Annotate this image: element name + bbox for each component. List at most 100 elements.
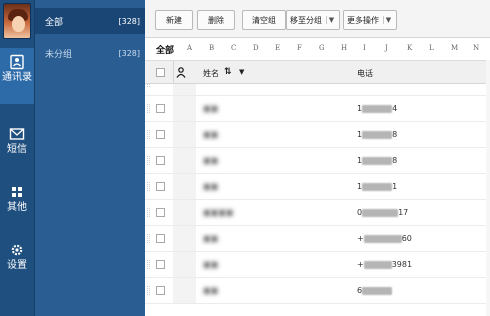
table-row[interactable]: ■■ 6	[145, 278, 490, 304]
avatar-cell	[173, 252, 196, 277]
move-to-group-label: 移至分组	[290, 15, 322, 25]
table-row[interactable]: ■■■■ 0 17	[145, 200, 490, 226]
avatar-cell	[173, 226, 196, 251]
row-checkbox[interactable]	[156, 104, 165, 113]
table-row[interactable]: ·	[145, 84, 490, 96]
alpha-letter[interactable]: I	[363, 44, 366, 52]
drag-handle[interactable]	[147, 208, 150, 217]
alpha-letter[interactable]: M	[451, 44, 458, 52]
group-count: [328]	[118, 48, 140, 58]
drag-handle[interactable]	[147, 84, 150, 87]
phone-prefix: +	[357, 234, 364, 243]
row-checkbox[interactable]	[156, 208, 165, 217]
row-checkbox[interactable]	[156, 286, 165, 295]
row-checkbox[interactable]	[156, 156, 165, 165]
clear-group-button[interactable]: 清空组	[242, 10, 286, 30]
redacted-digits	[362, 286, 393, 295]
alpha-letter[interactable]: F	[297, 44, 302, 52]
rail-item-other[interactable]: 其他	[0, 178, 34, 234]
contact-phone: +3981	[357, 260, 412, 269]
redacted-digits	[362, 156, 393, 165]
phone-suffix: 3981	[391, 260, 413, 269]
avatar-cell	[173, 174, 196, 199]
contact-phone: 18	[357, 156, 397, 165]
group-item-all[interactable]: 全部 [328]	[35, 8, 146, 34]
grid-icon	[12, 187, 22, 197]
alpha-letter[interactable]: G	[319, 44, 325, 52]
phone-prefix: +	[357, 260, 364, 269]
table-header: 姓名 ⇅ ▼ 电话	[145, 60, 490, 84]
alpha-letter[interactable]: H	[341, 44, 347, 52]
group-label: 未分组	[45, 49, 73, 60]
scrollbar[interactable]	[486, 60, 490, 316]
redacted-digits	[363, 234, 402, 243]
drag-handle[interactable]	[147, 234, 150, 243]
rail-label-other: 其他	[7, 202, 27, 213]
alpha-letter[interactable]: A	[187, 44, 192, 52]
rail-item-messages[interactable]: 短信	[0, 120, 34, 176]
contact-name: ■■	[203, 156, 219, 165]
sort-az-icon[interactable]: ⇅	[224, 67, 232, 77]
drag-handle[interactable]	[147, 182, 150, 191]
clear-group-label: 清空组	[252, 15, 276, 25]
rail-item-contacts[interactable]: 通讯录	[0, 48, 34, 104]
table-row[interactable]: ■■ 18	[145, 122, 490, 148]
delete-button[interactable]: 删除	[197, 10, 235, 30]
avatar-cell	[173, 96, 196, 121]
avatar-cell	[173, 148, 196, 173]
new-button[interactable]: 新建	[155, 10, 193, 30]
row-checkbox[interactable]	[156, 182, 165, 191]
drag-handle[interactable]	[147, 156, 150, 165]
more-actions-label: 更多操作	[347, 15, 379, 25]
redacted-digits	[362, 182, 393, 191]
phone-suffix: 8	[392, 156, 398, 165]
more-actions-button[interactable]: 更多操作 ▼	[343, 10, 397, 30]
select-all-checkbox[interactable]	[156, 68, 165, 77]
table-row[interactable]: ■■ +60	[145, 226, 490, 252]
alpha-all-filter[interactable]: 全部	[156, 43, 174, 56]
table-row[interactable]: ■■ +3981	[145, 252, 490, 278]
drag-handle[interactable]	[147, 130, 150, 139]
drag-handle[interactable]	[147, 260, 150, 269]
table-row[interactable]: ■■ 11	[145, 174, 490, 200]
user-avatar[interactable]	[3, 3, 31, 39]
chevron-down-icon[interactable]: ▼	[239, 68, 244, 76]
name-column-header[interactable]: 姓名	[203, 68, 219, 79]
alpha-letter[interactable]: C	[231, 44, 236, 52]
group-count: [328]	[118, 16, 140, 26]
contact-name: ■■	[203, 130, 219, 139]
table-row[interactable]: ■■ 18	[145, 148, 490, 174]
drag-handle[interactable]	[147, 286, 150, 295]
row-checkbox[interactable]	[156, 130, 165, 139]
rail-item-settings[interactable]: 设置	[0, 236, 34, 292]
alpha-letter[interactable]: K	[407, 44, 412, 52]
avatar-cell	[173, 84, 196, 95]
contact-phone: 11	[357, 182, 397, 191]
contact-phone: 6	[357, 286, 393, 295]
alpha-letter[interactable]: J	[385, 44, 388, 52]
alpha-letter[interactable]: B	[209, 44, 214, 52]
row-checkbox[interactable]	[156, 234, 165, 243]
alpha-letter[interactable]: D	[253, 44, 259, 52]
alpha-letter[interactable]: E	[275, 44, 280, 52]
move-to-group-button[interactable]: 移至分组 ▼	[286, 10, 340, 30]
person-icon	[176, 67, 186, 78]
redacted-digits	[362, 208, 399, 217]
chevron-down-icon[interactable]: ▼	[326, 16, 336, 24]
alpha-letter[interactable]: N	[473, 44, 479, 52]
contact-phone: 18	[357, 130, 397, 139]
alpha-letter[interactable]: L	[429, 44, 434, 52]
column-divider	[173, 61, 174, 84]
chevron-down-icon[interactable]: ▼	[383, 16, 393, 24]
redacted-digits	[362, 104, 393, 113]
group-item-ungrouped[interactable]: 未分组 [328]	[35, 40, 146, 66]
left-nav-rail: 通讯录 短信 其他 设置	[0, 0, 34, 316]
avatar-cell	[173, 278, 196, 303]
contact-name: ■■■■	[203, 208, 234, 217]
row-checkbox[interactable]	[156, 260, 165, 269]
table-row[interactable]: ■■ 14	[145, 96, 490, 122]
avatar-face	[12, 16, 25, 32]
drag-handle[interactable]	[147, 104, 150, 113]
toolbar: 新建 删除 清空组 移至分组 ▼ 更多操作 ▼	[145, 0, 490, 38]
phone-suffix: 17	[398, 208, 409, 217]
